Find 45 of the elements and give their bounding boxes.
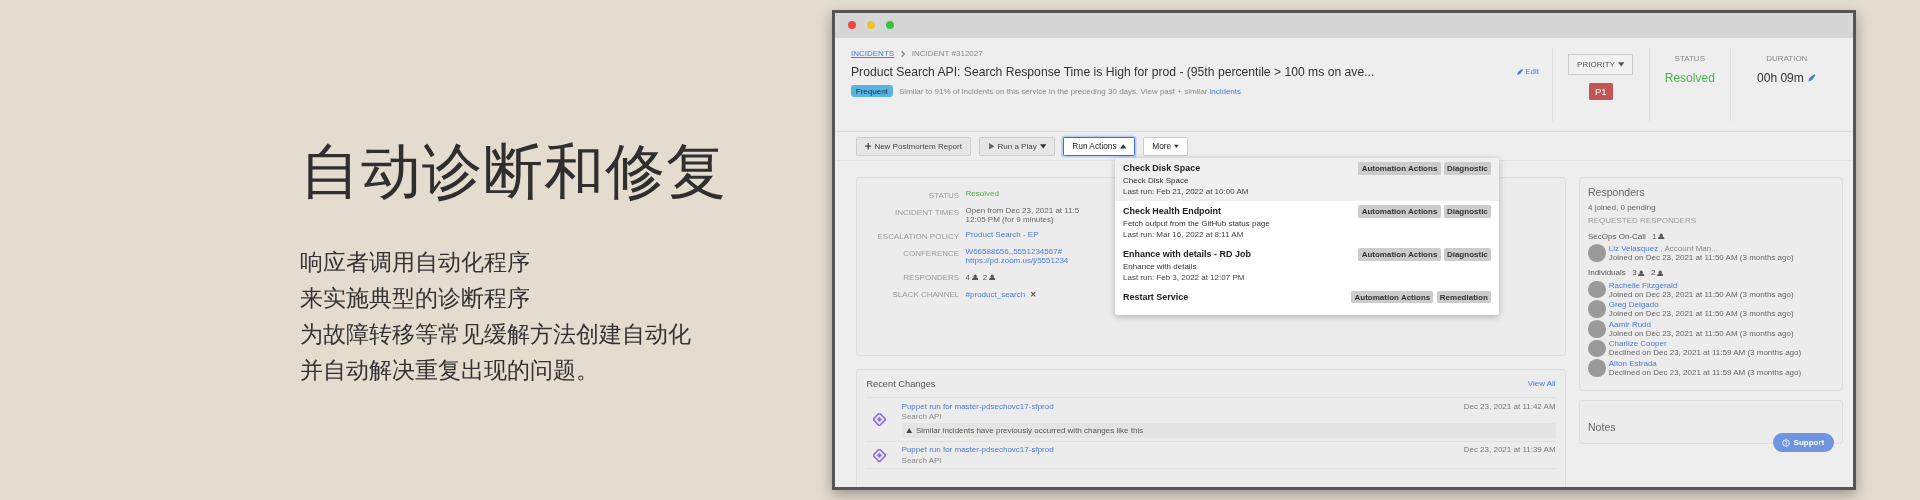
person-icon xyxy=(1658,233,1665,240)
hero-title: 自动诊断和修复 xyxy=(300,138,727,204)
priority-badge: P1 xyxy=(1588,82,1614,101)
section-title: Notes xyxy=(1588,420,1616,433)
caret-icon xyxy=(1174,143,1179,149)
status-value: Resolved xyxy=(1664,71,1715,86)
avatar xyxy=(1588,300,1606,318)
hero-text-line: 来实施典型的诊断程序 xyxy=(300,284,531,313)
section-title: Recent Changes xyxy=(866,379,936,390)
diamond-icon xyxy=(872,413,886,427)
action-name: Enhance with details - RD Job xyxy=(1123,249,1251,260)
play-icon xyxy=(987,143,995,150)
duration-value: 00h 09m xyxy=(1757,71,1804,86)
help-icon xyxy=(1782,438,1791,447)
caret-icon xyxy=(1119,143,1127,149)
plus-icon xyxy=(864,143,872,150)
warning-icon xyxy=(906,427,913,434)
hero-text-line: 并自动解决重复出现的问题。 xyxy=(300,356,600,385)
chevron-icon xyxy=(898,49,907,58)
caret-icon xyxy=(1618,62,1625,67)
section-title: Responders xyxy=(1588,185,1646,198)
incident-title: Product Search API: Search Response Time is High for prod - (95th percentile > 100 ms on ave... xyxy=(851,64,1375,79)
pencil-icon[interactable] xyxy=(1806,73,1817,83)
avatar xyxy=(1588,359,1606,377)
toolbar-button[interactable]: More xyxy=(1143,136,1188,156)
action-name: Check Disk Space xyxy=(1123,163,1201,174)
avatar xyxy=(1588,280,1606,299)
action-name: Check Health Endpoint xyxy=(1123,206,1221,217)
toolbar-button[interactable]: Run Actions xyxy=(1063,136,1136,156)
action-name: Restart Service xyxy=(1123,292,1189,303)
hero-text-line: 响应者调用自动化程序 xyxy=(300,248,531,277)
maximize-button[interactable] xyxy=(886,21,895,30)
person-icon xyxy=(1638,269,1645,277)
hero-text-line: 为故障转移等常见缓解方法创建自动化 xyxy=(300,320,692,349)
diamond-icon xyxy=(872,448,886,462)
person-icon xyxy=(988,273,996,281)
person-icon xyxy=(971,273,978,281)
avatar xyxy=(1588,339,1606,358)
pencil-icon xyxy=(1515,67,1524,76)
close-button[interactable] xyxy=(847,21,856,30)
close-icon[interactable] xyxy=(1029,290,1037,298)
avatar xyxy=(1588,244,1606,262)
person-icon xyxy=(1657,269,1664,277)
avatar xyxy=(1588,319,1606,338)
caret-icon xyxy=(1039,143,1047,149)
